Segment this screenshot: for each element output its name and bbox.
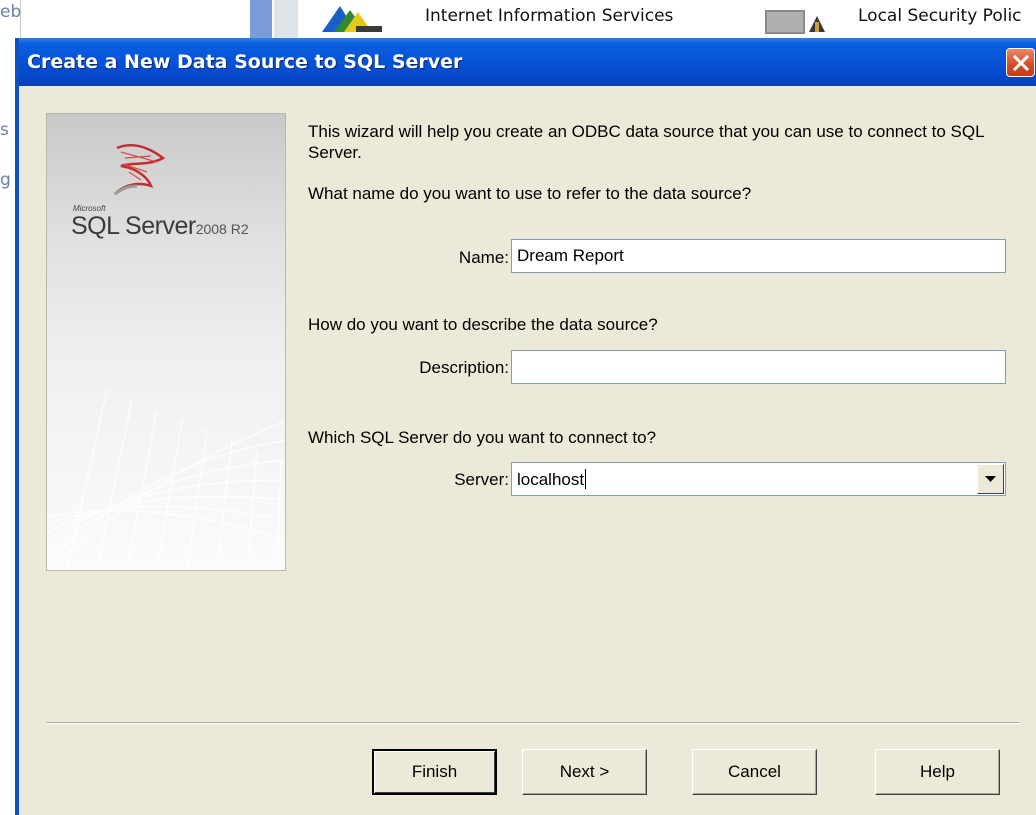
background-fragment: g [0, 170, 11, 190]
server-label: Server: [454, 470, 509, 489]
help-button[interactable]: Help [875, 749, 1000, 795]
local-security-policy-label[interactable]: Local Security Polic [858, 6, 1022, 26]
next-button[interactable]: Next > [522, 749, 647, 795]
text-caret [585, 469, 587, 489]
background-strip [250, 0, 298, 38]
wizard-side-panel: Microsoft SQL Server2008 R2 [46, 113, 286, 571]
background-fragment: s [0, 120, 9, 140]
close-icon [1012, 54, 1029, 71]
server-question: Which SQL Server do you want to connect … [308, 428, 657, 447]
name-label: Name: [458, 248, 509, 267]
create-data-source-dialog: Create a New Data Source to SQL Server M… [15, 38, 1036, 815]
background-fragment: eb [0, 2, 22, 22]
local-security-policy-icon[interactable] [765, 2, 835, 39]
iis-label[interactable]: Internet Information Services [425, 6, 673, 26]
finish-button[interactable]: Finish [372, 749, 497, 795]
description-input[interactable] [511, 350, 1006, 384]
server-combobox[interactable]: localhost [511, 462, 1006, 496]
button-separator [46, 722, 1019, 724]
dialog-title: Create a New Data Source to SQL Server [27, 51, 463, 73]
logo-product: SQL Server2008 R2 [71, 212, 249, 241]
name-question: What name do you want to use to refer to… [308, 184, 752, 203]
name-input[interactable]: Dream Report [511, 239, 1006, 273]
iis-icon[interactable] [320, 2, 382, 39]
description-question: How do you want to describe the data sou… [308, 315, 658, 334]
server-combobox-value: localhost [517, 470, 585, 489]
cancel-button[interactable]: Cancel [692, 749, 817, 795]
logo-product-name: SQL Server [71, 212, 196, 240]
name-input-value: Dream Report [517, 246, 624, 265]
server-dropdown-button[interactable] [977, 464, 1004, 494]
decorative-wave-graphic [47, 389, 285, 570]
wizard-intro-text: This wizard will help you create an ODBC… [308, 122, 984, 162]
chevron-down-icon [985, 475, 996, 482]
description-label: Description: [419, 358, 509, 377]
sql-server-logo-icon [114, 144, 166, 196]
logo-version: 2008 R2 [195, 221, 249, 237]
close-button[interactable] [1006, 48, 1035, 77]
dialog-titlebar[interactable]: Create a New Data Source to SQL Server [19, 38, 1036, 86]
